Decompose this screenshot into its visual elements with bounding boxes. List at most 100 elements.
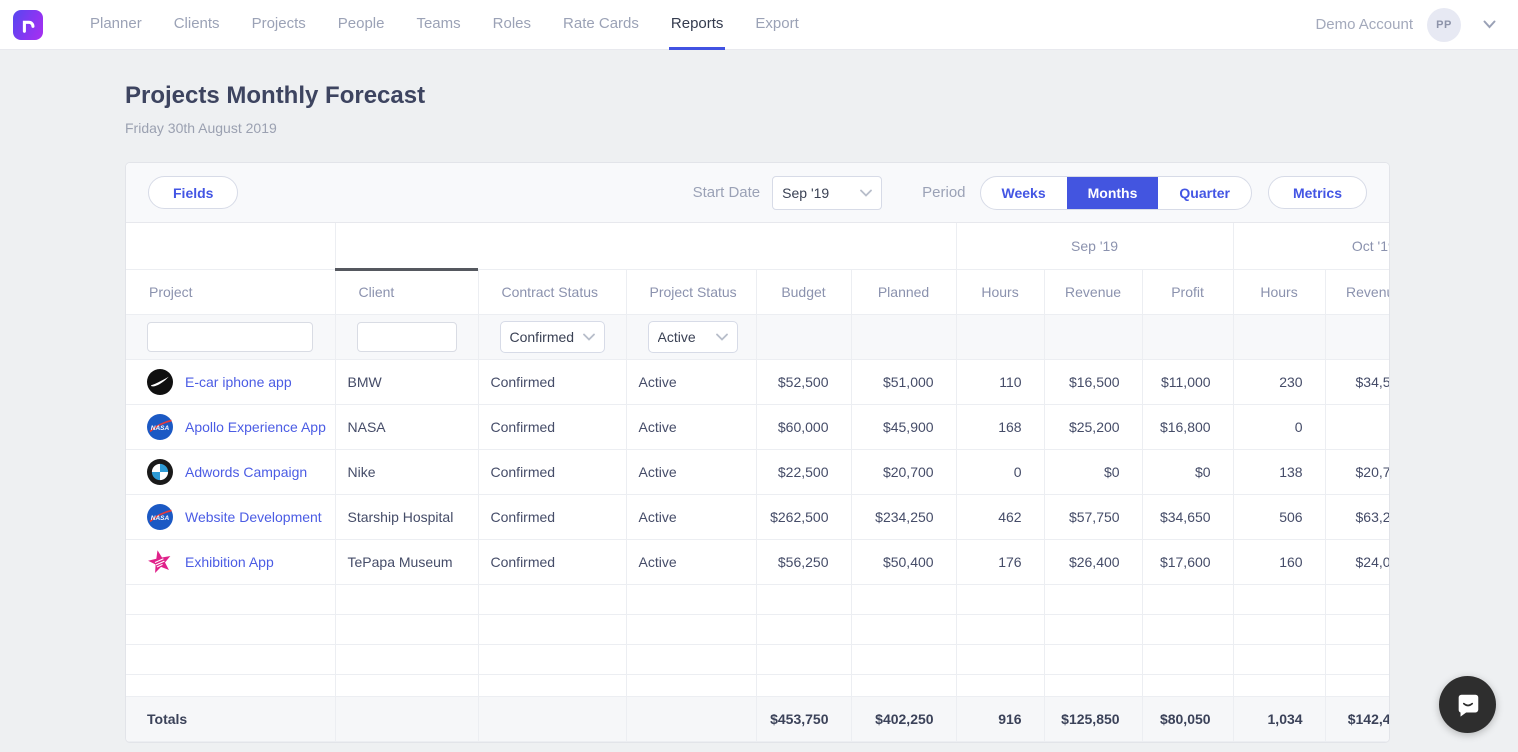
report-toolbar: Fields Start Date Sep '19 Period Weeks M… (126, 163, 1389, 223)
oct-revenue-cell (1325, 404, 1389, 449)
period-option-weeks[interactable]: Weeks (981, 177, 1067, 209)
col-header-contract-status[interactable]: Contract Status (478, 269, 626, 314)
project-status-cell: Active (626, 404, 756, 449)
oct-revenue-cell: $24,0 (1325, 539, 1389, 584)
table-row: E-car iphone app BMW Confirmed Active $5… (126, 359, 1389, 404)
project-link[interactable]: Apollo Experience App (185, 419, 326, 435)
group-spacer (126, 223, 335, 269)
nav-item-reports[interactable]: Reports (669, 0, 726, 50)
top-navigation: Planner Clients Projects People Teams Ro… (0, 0, 1518, 50)
page-title: Projects Monthly Forecast (125, 82, 1390, 110)
project-link[interactable]: Exhibition App (185, 554, 274, 570)
chat-widget-button[interactable] (1439, 676, 1496, 733)
budget-cell: $56,250 (756, 539, 851, 584)
col-header-client[interactable]: Client (335, 269, 478, 314)
sep-revenue-cell: $16,500 (1044, 359, 1142, 404)
sep-revenue-cell: $57,750 (1044, 494, 1142, 539)
contract-status-cell: Confirmed (478, 359, 626, 404)
group-spacer (335, 223, 956, 269)
col-header-oct-revenue[interactable]: Revenue (1325, 269, 1389, 314)
account-name: Demo Account (1315, 16, 1413, 33)
nav-item-clients[interactable]: Clients (172, 0, 222, 50)
project-filter-input[interactable] (147, 322, 313, 352)
start-date-select[interactable]: Sep '19 (772, 176, 882, 210)
table-row: Exhibition App TePapa Museum Confirmed A… (126, 539, 1389, 584)
project-link[interactable]: Website Development (185, 509, 322, 525)
client-cell: Starship Hospital (335, 494, 478, 539)
empty-row (126, 674, 1389, 696)
avatar[interactable]: PP (1427, 8, 1461, 42)
month-group-sep: Sep '19 (956, 223, 1233, 269)
sep-hours-cell: 168 (956, 404, 1044, 449)
period-option-quarter[interactable]: Quarter (1158, 177, 1251, 209)
month-group-row: Sep '19 Oct '19 (126, 223, 1389, 269)
oct-revenue-cell: $20,7 (1325, 449, 1389, 494)
budget-cell: $22,500 (756, 449, 851, 494)
totals-row: Totals $453,750 $402,250 916 $125,850 $8… (126, 696, 1389, 741)
nav-item-people[interactable]: People (336, 0, 387, 50)
chevron-down-icon (583, 333, 595, 341)
totals-sep-profit: $80,050 (1142, 696, 1233, 741)
client-cell: NASA (335, 404, 478, 449)
planned-cell: $51,000 (851, 359, 956, 404)
planned-cell: $234,250 (851, 494, 956, 539)
brand-r-icon (19, 16, 37, 34)
empty-row (126, 584, 1389, 614)
project-link[interactable]: Adwords Campaign (185, 464, 307, 480)
start-date-value: Sep '19 (782, 185, 860, 201)
col-header-planned[interactable]: Planned (851, 269, 956, 314)
sep-profit-cell: $34,650 (1142, 494, 1233, 539)
project-status-filter[interactable]: Active (648, 321, 738, 353)
col-header-project-status[interactable]: Project Status (626, 269, 756, 314)
planned-cell: $20,700 (851, 449, 956, 494)
col-header-budget[interactable]: Budget (756, 269, 851, 314)
start-date-label: Start Date (693, 184, 761, 201)
bmw-logo-icon (147, 459, 173, 485)
table-row: Adwords Campaign Nike Confirmed Active $… (126, 449, 1389, 494)
col-header-sep-profit[interactable]: Profit (1142, 269, 1233, 314)
fields-button[interactable]: Fields (148, 176, 238, 209)
oct-hours-cell: 160 (1233, 539, 1325, 584)
project-link[interactable]: E-car iphone app (185, 374, 292, 390)
totals-sep-hours: 916 (956, 696, 1044, 741)
col-header-sep-hours[interactable]: Hours (956, 269, 1044, 314)
svg-text:NASA: NASA (151, 424, 170, 431)
col-header-oct-hours[interactable]: Hours (1233, 269, 1325, 314)
nav-item-roles[interactable]: Roles (491, 0, 533, 50)
contract-status-cell: Confirmed (478, 404, 626, 449)
budget-cell: $60,000 (756, 404, 851, 449)
metrics-button[interactable]: Metrics (1268, 176, 1367, 209)
oct-hours-cell: 506 (1233, 494, 1325, 539)
col-header-sep-revenue[interactable]: Revenue (1044, 269, 1142, 314)
client-cell: TePapa Museum (335, 539, 478, 584)
oct-revenue-cell: $34,5 (1325, 359, 1389, 404)
nasa-logo-icon: NASA (147, 414, 173, 440)
project-status-cell: Active (626, 539, 756, 584)
project-status-filter-value: Active (658, 329, 716, 345)
oct-hours-cell: 230 (1233, 359, 1325, 404)
month-group-oct: Oct '19 (1233, 223, 1389, 269)
chevron-down-icon[interactable] (1483, 20, 1496, 29)
totals-oct-revenue: $142,4 (1325, 696, 1389, 741)
empty-row (126, 644, 1389, 674)
period-segmented-control: Weeks Months Quarter (980, 176, 1252, 210)
contract-status-filter-value: Confirmed (510, 329, 583, 345)
col-header-project[interactable]: Project (126, 269, 335, 314)
nav-item-projects[interactable]: Projects (250, 0, 308, 50)
forecast-table: Sep '19 Oct '19 Project Client Contract … (126, 223, 1389, 742)
chevron-down-icon (860, 189, 872, 197)
client-filter-input[interactable] (357, 322, 457, 352)
nav-item-export[interactable]: Export (753, 0, 800, 50)
oct-hours-cell: 138 (1233, 449, 1325, 494)
report-page: Projects Monthly Forecast Friday 30th Au… (125, 82, 1390, 743)
totals-label: Totals (126, 696, 335, 741)
nav-item-teams[interactable]: Teams (414, 0, 462, 50)
filter-row: Confirmed Active (126, 314, 1389, 359)
contract-status-filter[interactable]: Confirmed (500, 321, 605, 353)
report-card: Fields Start Date Sep '19 Period Weeks M… (125, 162, 1390, 743)
nav-item-planner[interactable]: Planner (88, 0, 144, 50)
app-logo[interactable] (13, 10, 43, 40)
nav-item-rate-cards[interactable]: Rate Cards (561, 0, 641, 50)
period-option-months[interactable]: Months (1067, 177, 1159, 209)
project-status-cell: Active (626, 359, 756, 404)
